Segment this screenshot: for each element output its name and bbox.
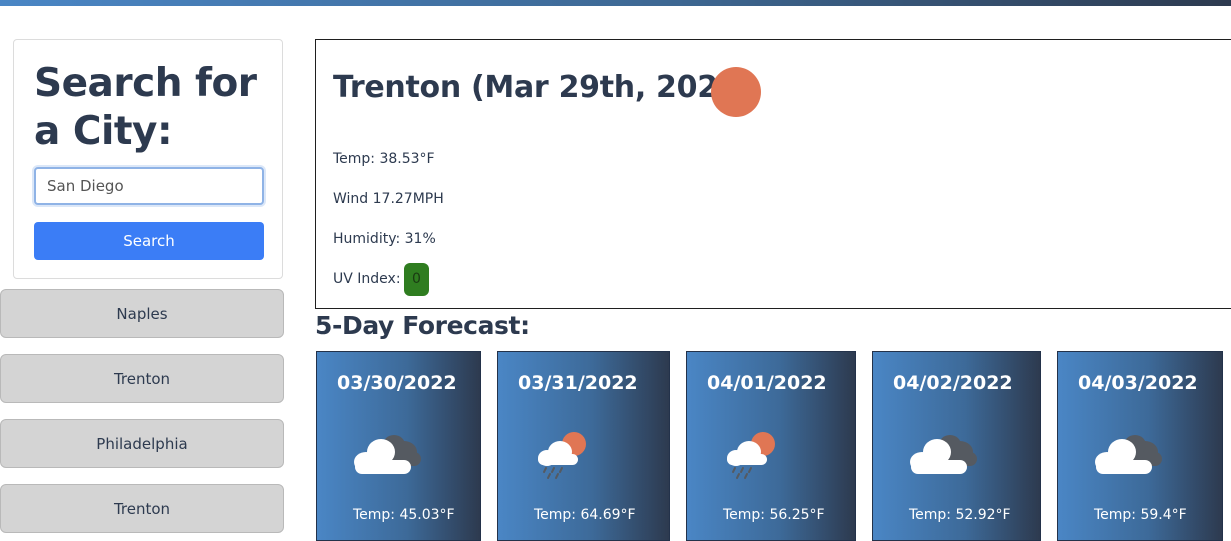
forecast-date: 04/03/2022 (1078, 372, 1198, 394)
forecast-card: 04/02/2022 Temp: 52.92°F (872, 351, 1041, 541)
search-button[interactable]: Search (34, 222, 264, 260)
history-button-naples[interactable]: Naples (0, 289, 284, 338)
forecast-card: 04/03/2022 Temp: 59.4°F (1057, 351, 1223, 541)
search-panel: Search for a City: Search (13, 39, 283, 279)
current-humidity: Humidity: 31% (333, 231, 436, 247)
history-button-trenton-2[interactable]: Trenton (0, 484, 284, 533)
forecast-temp: Temp: 59.4°F (1094, 507, 1187, 523)
sun-icon (711, 67, 761, 117)
forecast-date: 04/01/2022 (707, 372, 827, 394)
history-button-trenton[interactable]: Trenton (0, 354, 284, 403)
current-wind: Wind 17.27MPH (333, 191, 444, 207)
cloudy-icon (354, 435, 421, 474)
search-title: Search for a City: (34, 61, 257, 154)
forecast-date: 04/02/2022 (893, 372, 1013, 394)
cloudy-icon (910, 435, 977, 474)
forecast-card: 03/30/2022 Temp: 45.03°F (316, 351, 481, 541)
forecast-temp: Temp: 52.92°F (909, 507, 1011, 523)
forecast-temp: Temp: 56.25°F (723, 507, 825, 523)
uv-index-badge: 0 (404, 263, 429, 296)
uv-index-label: UV Index: (333, 271, 401, 287)
forecast-temp: Temp: 45.03°F (353, 507, 455, 523)
top-gradient-bar (0, 0, 1231, 6)
forecast-temp: Temp: 64.69°F (534, 507, 636, 523)
rain-sun-icon (727, 432, 775, 479)
rain-sun-icon (538, 432, 586, 479)
forecast-date: 03/30/2022 (337, 372, 457, 394)
city-search-input[interactable] (34, 167, 264, 205)
current-temp: Temp: 38.53°F (333, 151, 435, 167)
forecast-heading: 5-Day Forecast: (315, 311, 530, 340)
forecast-card: 04/01/2022 Temp: 56.25°F (686, 351, 856, 541)
forecast-date: 03/31/2022 (518, 372, 638, 394)
current-weather-card: Trenton (Mar 29th, 2022) Temp: 38.53°F W… (315, 39, 1231, 309)
forecast-card: 03/31/2022 Temp: 64.69°F (497, 351, 670, 541)
current-city-title: Trenton (Mar 29th, 2022) (333, 70, 752, 105)
history-button-philadelphia[interactable]: Philadelphia (0, 419, 284, 468)
cloudy-icon (1095, 435, 1162, 474)
